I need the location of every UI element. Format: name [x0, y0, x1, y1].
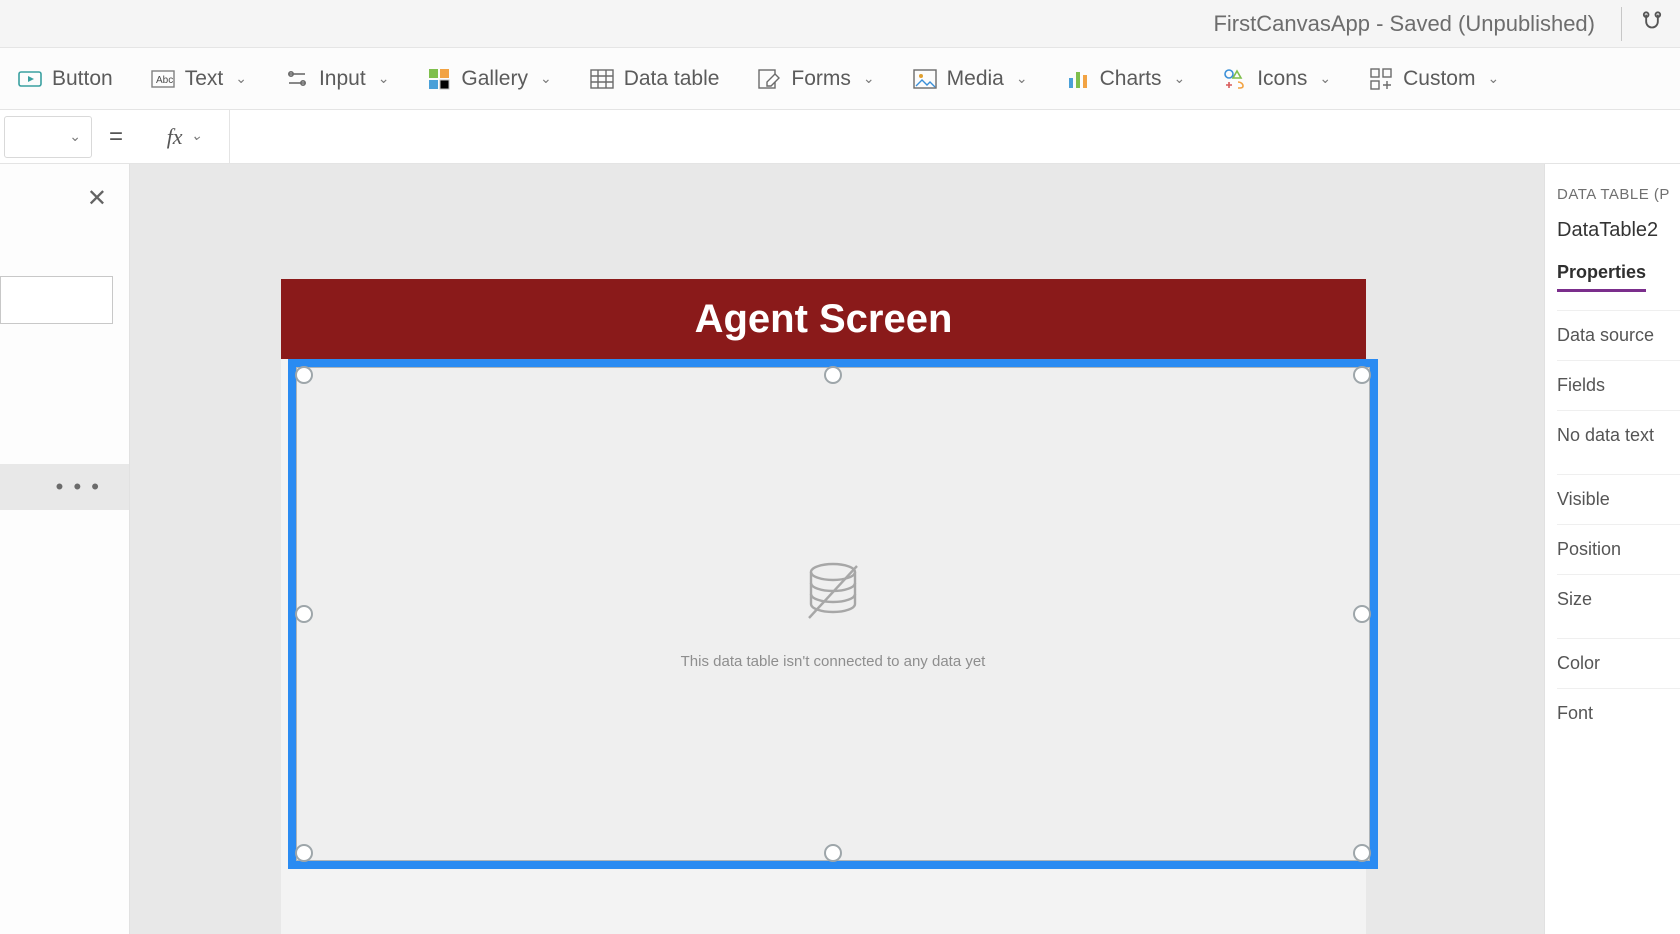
insert-text-label: Text: [185, 67, 224, 91]
prop-color[interactable]: Color: [1557, 638, 1680, 688]
prop-font[interactable]: Font: [1557, 688, 1680, 738]
tree-item-selected[interactable]: • • •: [0, 464, 129, 510]
text-icon: Abc: [151, 67, 175, 91]
screen-title: Agent Screen: [281, 279, 1366, 359]
fx-label: fx: [167, 124, 183, 150]
prop-size[interactable]: Size: [1557, 574, 1680, 624]
insert-charts-label: Charts: [1100, 67, 1162, 91]
property-selector[interactable]: ⌄: [4, 116, 92, 158]
insert-icons-label: Icons: [1257, 67, 1307, 91]
insert-input[interactable]: Input ⌄: [277, 61, 397, 97]
datatable-icon: [590, 67, 614, 91]
formula-bar: ⌄ = fx ⌄: [0, 110, 1680, 164]
control-name[interactable]: DataTable2: [1557, 219, 1680, 242]
insert-gallery-label: Gallery: [461, 67, 528, 91]
selected-datatable-control[interactable]: This data table isn't connected to any d…: [288, 359, 1378, 869]
icons-icon: [1223, 67, 1247, 91]
tree-search-input[interactable]: [0, 276, 113, 324]
input-icon: [285, 67, 309, 91]
equals-sign: =: [92, 123, 140, 151]
media-icon: [913, 67, 937, 91]
close-icon[interactable]: ✕: [87, 184, 107, 213]
resize-grip-top-center[interactable]: [824, 366, 842, 384]
titlebar-divider: [1621, 7, 1622, 41]
fx-button[interactable]: fx ⌄: [140, 110, 230, 164]
insert-text[interactable]: Abc Text ⌄: [143, 61, 255, 97]
insert-custom[interactable]: Custom ⌄: [1361, 61, 1507, 97]
resize-grip-bottom-center[interactable]: [824, 844, 842, 862]
chevron-down-icon: ⌄: [540, 70, 552, 87]
resize-grip-mid-left[interactable]: [295, 605, 313, 623]
insert-input-label: Input: [319, 67, 366, 91]
resize-grip-mid-right[interactable]: [1353, 605, 1371, 623]
forms-icon: [757, 67, 781, 91]
insert-button-label: Button: [52, 67, 113, 91]
properties-panel: DATA TABLE (P DataTable2 Properties Data…: [1544, 164, 1680, 934]
insert-media[interactable]: Media ⌄: [905, 61, 1036, 97]
titlebar: FirstCanvasApp - Saved (Unpublished): [0, 0, 1680, 48]
insert-datatable[interactable]: Data table: [582, 61, 728, 97]
insert-media-label: Media: [947, 67, 1004, 91]
chevron-down-icon: ⌄: [863, 70, 875, 87]
insert-charts[interactable]: Charts ⌄: [1058, 61, 1194, 97]
chevron-down-icon: ⌄: [235, 70, 247, 87]
insert-icons[interactable]: Icons ⌄: [1215, 61, 1339, 97]
resize-grip-bottom-left[interactable]: [295, 844, 313, 862]
database-icon: [797, 558, 869, 635]
tree-view-panel: ✕ • • •: [0, 164, 130, 934]
resize-grip-top-right[interactable]: [1353, 366, 1371, 384]
chevron-down-icon: ⌄: [69, 128, 81, 145]
resize-grip-top-left[interactable]: [295, 366, 313, 384]
main-area: ✕ • • • Agent Screen This d: [0, 164, 1680, 934]
chevron-down-icon: ⌄: [191, 128, 203, 145]
insert-forms[interactable]: Forms ⌄: [749, 61, 882, 97]
app-checker-icon[interactable]: [1634, 6, 1670, 42]
chevron-down-icon: ⌄: [1487, 70, 1499, 87]
custom-icon: [1369, 67, 1393, 91]
insert-custom-label: Custom: [1403, 67, 1475, 91]
control-category: DATA TABLE (P: [1557, 186, 1680, 203]
insert-ribbon: Button Abc Text ⌄ Input ⌄ Gallery ⌄: [0, 48, 1680, 110]
datatable-empty-message: This data table isn't connected to any d…: [681, 653, 986, 670]
insert-button[interactable]: Button: [10, 61, 121, 97]
prop-data-source[interactable]: Data source: [1557, 310, 1680, 360]
tab-properties[interactable]: Properties: [1557, 262, 1646, 292]
prop-position[interactable]: Position: [1557, 524, 1680, 574]
insert-forms-label: Forms: [791, 67, 851, 91]
chevron-down-icon: ⌄: [1016, 70, 1028, 87]
chevron-down-icon: ⌄: [378, 70, 390, 87]
gallery-icon: [427, 67, 451, 91]
prop-visible[interactable]: Visible: [1557, 474, 1680, 524]
prop-fields[interactable]: Fields: [1557, 360, 1680, 410]
chevron-down-icon: ⌄: [1319, 70, 1331, 87]
resize-grip-bottom-right[interactable]: [1353, 844, 1371, 862]
charts-icon: [1066, 67, 1090, 91]
canvas[interactable]: Agent Screen This data table isn't conne…: [130, 164, 1544, 934]
insert-datatable-label: Data table: [624, 67, 720, 91]
datatable-body: This data table isn't connected to any d…: [296, 367, 1370, 861]
chevron-down-icon: ⌄: [1173, 70, 1185, 87]
formula-input[interactable]: [230, 110, 1680, 163]
button-icon: [18, 67, 42, 91]
app-title: FirstCanvasApp - Saved (Unpublished): [1213, 11, 1595, 37]
prop-no-data[interactable]: No data text: [1557, 410, 1680, 460]
svg-text:Abc: Abc: [156, 75, 173, 86]
insert-gallery[interactable]: Gallery ⌄: [419, 61, 559, 97]
